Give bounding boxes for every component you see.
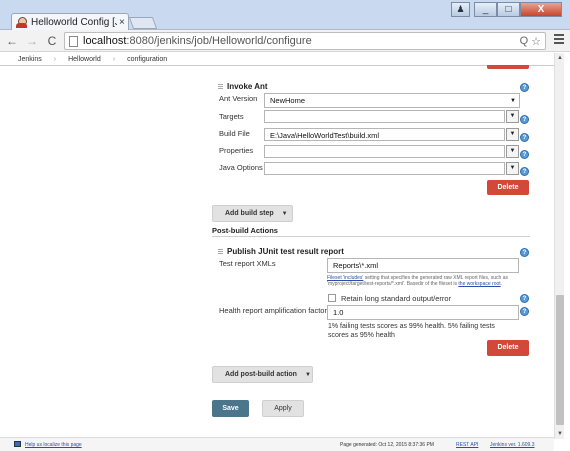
page-generated-text: Page generated: Oct 12, 2015 8:37:36 PM xyxy=(340,442,434,448)
caret-down-icon: ▼ xyxy=(281,210,288,217)
back-icon[interactable]: ← xyxy=(4,34,20,48)
scroll-up-arrow-icon[interactable]: ▲ xyxy=(555,53,565,63)
breadcrumb-jenkins[interactable]: Jenkins xyxy=(18,56,42,63)
properties-label: Properties xyxy=(219,146,254,155)
url-path: :8080/jenkins/job/Helloworld/configure xyxy=(126,35,312,47)
java-options-label: Java Options xyxy=(219,163,263,172)
invoke-ant-title: Invoke Ant xyxy=(227,82,268,91)
jenkins-version-link[interactable]: Jenkins ver. 1.609.3 xyxy=(490,442,534,448)
help-icon[interactable]: ? xyxy=(520,248,529,257)
reload-icon[interactable]: C xyxy=(44,34,60,48)
new-tab-button[interactable] xyxy=(128,17,158,29)
add-post-build-action-button[interactable]: Add post-build action ▼ xyxy=(212,366,313,383)
chevron-right-icon: › xyxy=(53,55,57,63)
tab-close-icon[interactable]: × xyxy=(119,17,125,28)
window-controls: ♟ _ □ X xyxy=(451,2,562,17)
expand-textbox-icon[interactable]: ▼ xyxy=(506,162,519,175)
url-text: localhost:8080/jenkins/job/Helloworld/co… xyxy=(83,35,312,47)
breadcrumb-helloworld[interactable]: Helloworld xyxy=(68,56,101,63)
forward-icon[interactable]: → xyxy=(24,34,40,48)
health-factor-label: Health report amplification factor xyxy=(219,306,327,315)
ant-version-label: Ant Version xyxy=(219,94,258,103)
close-button[interactable]: X xyxy=(520,2,562,17)
previous-delete-button-edge[interactable] xyxy=(487,65,529,69)
browser-title-bar: Helloworld Config [Je × ♟ _ □ X xyxy=(0,0,570,31)
scroll-thumb[interactable] xyxy=(556,295,564,425)
star-icon[interactable]: ☆ xyxy=(531,35,541,48)
targets-input[interactable] xyxy=(264,110,505,123)
workspace-root-link[interactable]: the workspace root xyxy=(458,281,500,287)
add-build-step-button[interactable]: Add build step ▼ xyxy=(212,205,293,222)
address-bar[interactable]: localhost:8080/jenkins/job/Helloworld/co… xyxy=(64,32,546,50)
section-divider xyxy=(212,236,530,237)
ant-version-select[interactable]: NewHome ▼ xyxy=(264,93,520,108)
test-report-xmls-label: Test report XMLs xyxy=(219,259,276,268)
save-button[interactable]: Save xyxy=(212,400,249,417)
retain-output-label: Retain long standard output/error xyxy=(341,294,452,303)
ant-version-value: NewHome xyxy=(270,96,306,105)
page-footer: Help us localize this page Page generate… xyxy=(0,437,554,451)
browser-toolbar: ← → C localhost:8080/jenkins/job/Hellowo… xyxy=(0,30,570,52)
targets-label: Targets xyxy=(219,112,244,121)
chevron-right-icon: › xyxy=(112,55,116,63)
help-icon[interactable]: ? xyxy=(520,83,529,92)
localize-flag-icon xyxy=(14,441,21,447)
add-post-build-action-label: Add post-build action xyxy=(225,371,297,378)
browser-menu-icon[interactable] xyxy=(554,34,564,44)
delete-ant-step-button[interactable]: Delete xyxy=(487,180,529,195)
delete-junit-button[interactable]: Delete xyxy=(487,340,529,356)
minimize-button[interactable]: _ xyxy=(474,2,497,17)
health-factor-description-line2: scores as 95% health xyxy=(328,332,395,339)
expand-textbox-icon[interactable]: ▼ xyxy=(506,110,519,123)
drag-handle-icon[interactable] xyxy=(218,249,223,255)
test-report-xmls-hint: Fileset 'includes' setting that specifie… xyxy=(327,275,521,287)
health-factor-description-line1: 1% failing tests scores as 99% health. 5… xyxy=(328,323,495,330)
rest-api-link[interactable]: REST API xyxy=(456,442,478,448)
profile-icon[interactable]: ♟ xyxy=(451,2,470,17)
java-options-input[interactable] xyxy=(264,162,505,175)
maximize-button[interactable]: □ xyxy=(497,2,520,17)
expand-textbox-icon[interactable]: ▼ xyxy=(506,128,519,141)
drag-handle-icon[interactable] xyxy=(218,84,223,90)
build-file-input[interactable]: E:\Java\HelloWorldTest\build.xml xyxy=(264,128,505,141)
help-icon[interactable]: ? xyxy=(520,115,529,124)
post-build-actions-title: Post-build Actions xyxy=(212,226,278,235)
browser-tab[interactable]: Helloworld Config [Je × xyxy=(11,13,129,31)
help-icon[interactable]: ? xyxy=(520,167,529,176)
jenkins-favicon-icon xyxy=(16,17,27,28)
breadcrumb-configuration[interactable]: configuration xyxy=(127,56,167,63)
breadcrumb: Jenkins › Helloworld › configuration xyxy=(0,53,554,66)
tab-title: Helloworld Config [Je xyxy=(31,17,117,28)
apply-button[interactable]: Apply xyxy=(262,400,304,417)
help-icon[interactable]: ? xyxy=(520,150,529,159)
expand-textbox-icon[interactable]: ▼ xyxy=(506,145,519,158)
add-build-step-label: Add build step xyxy=(225,210,274,217)
search-icon[interactable]: Q xyxy=(520,35,529,48)
url-host: localhost xyxy=(83,35,127,47)
localize-link[interactable]: Help us localize this page xyxy=(25,442,82,448)
health-factor-input[interactable]: 1.0 xyxy=(327,305,519,320)
junit-title: Publish JUnit test result report xyxy=(227,247,344,256)
vertical-scrollbar[interactable]: ▲ ▼ xyxy=(554,53,564,439)
help-icon[interactable]: ? xyxy=(520,294,529,303)
help-icon[interactable]: ? xyxy=(520,307,529,316)
chevron-down-icon: ▼ xyxy=(510,98,516,104)
build-file-label: Build File xyxy=(219,129,250,138)
retain-output-checkbox[interactable] xyxy=(328,294,336,302)
help-icon[interactable]: ? xyxy=(520,133,529,142)
caret-down-icon: ▼ xyxy=(304,371,311,378)
hint-end: . xyxy=(500,281,503,287)
test-report-xmls-input[interactable]: Reports\*.xml xyxy=(327,258,519,273)
page-icon xyxy=(69,35,78,47)
scroll-down-arrow-icon[interactable]: ▼ xyxy=(555,429,565,439)
properties-input[interactable] xyxy=(264,145,505,158)
